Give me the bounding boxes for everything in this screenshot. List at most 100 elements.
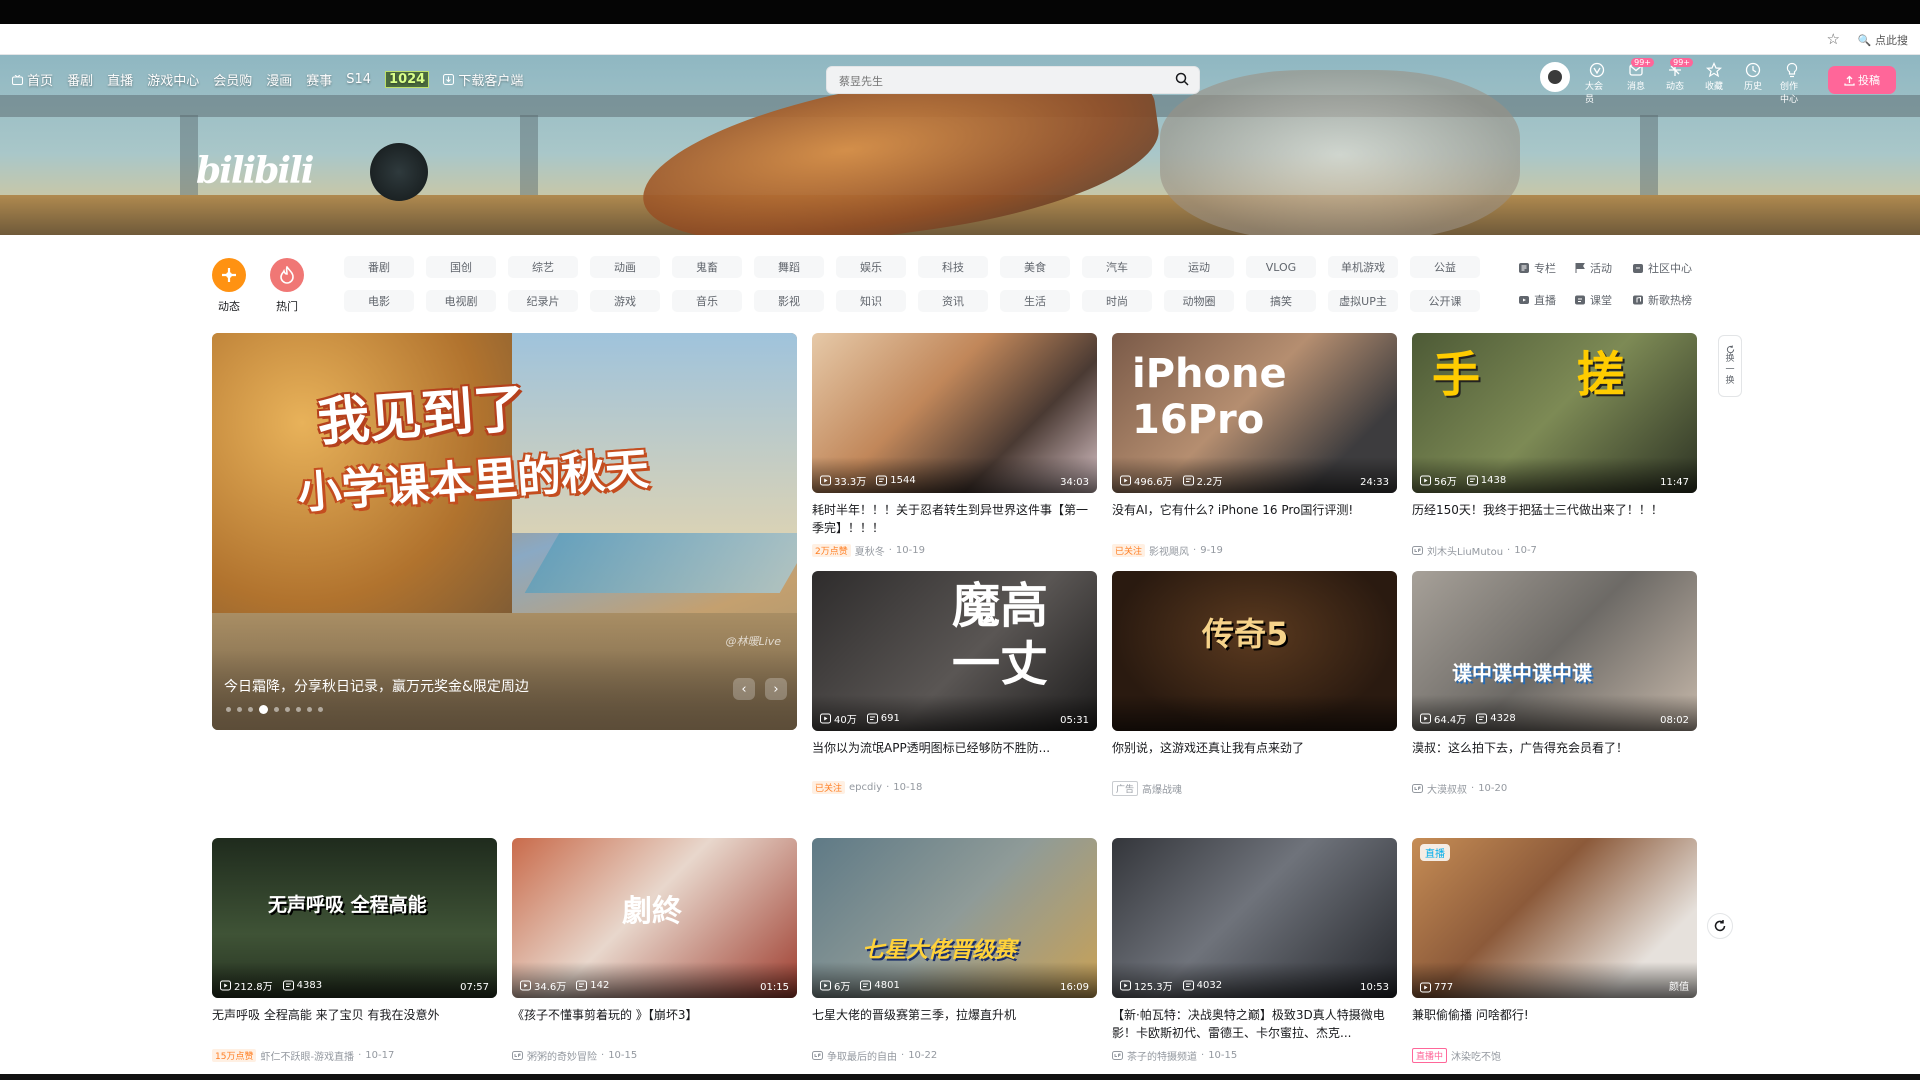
nav-home[interactable]: 首页 [12, 70, 53, 89]
video-card[interactable]: iPhone 16Pro 496.6万 2.2万 24:33 没有AI，它有什么? iP… [1112, 333, 1397, 558]
category-button[interactable]: 动物圈 [1164, 290, 1234, 312]
video-title[interactable]: 【新·帕瓦特：决战奥特之巅】极致3D真人特摄微电影！卡欧斯初代、雷德王、卡尔蜜拉… [1112, 1006, 1397, 1042]
video-thumbnail[interactable]: 谍中谍中谍中谍 64.4万 4328 08:02 [1412, 571, 1697, 731]
browser-search[interactable]: 🔍 点此搜 [1858, 32, 1908, 48]
carousel-dot[interactable] [237, 707, 242, 712]
category-button[interactable]: 运动 [1164, 256, 1234, 278]
category-button[interactable]: 虚拟UP主 [1328, 290, 1398, 312]
video-title[interactable]: 七星大佬的晋级赛第三季，拉爆直升机 [812, 1006, 1097, 1042]
nav-game-center[interactable]: 游戏中心 [147, 70, 199, 89]
uploader-name[interactable]: 影视飓风 [1149, 543, 1189, 558]
category-button[interactable]: 娱乐 [836, 256, 906, 278]
carousel-dot[interactable] [285, 707, 290, 712]
uploader-name[interactable]: 高爆战魂 [1142, 781, 1182, 796]
video-thumbnail[interactable]: 传奇5 [1112, 571, 1397, 731]
side-link-song-chart[interactable]: 新歌热榜 [1632, 292, 1714, 308]
carousel-dot[interactable] [248, 707, 253, 712]
category-button[interactable]: 综艺 [508, 256, 578, 278]
nav-1024[interactable]: 1024 [385, 71, 430, 88]
category-button[interactable]: 番剧 [344, 256, 414, 278]
uploader-name[interactable]: 虾仁不跃眼-游戏直播 [260, 1048, 354, 1063]
video-thumbnail[interactable]: 七星大佬晋级赛 6万 4801 16:09 [812, 838, 1097, 998]
carousel-dot[interactable] [226, 707, 231, 712]
upload-button[interactable]: 投稿 [1828, 66, 1896, 94]
video-title[interactable]: 兼职偷偷播 问啥都行! [1412, 1006, 1697, 1042]
bilibili-logo[interactable]: bilibili [196, 150, 314, 192]
carousel-dot[interactable] [318, 707, 323, 712]
side-link-activity[interactable]: 活动 [1574, 260, 1632, 276]
video-title[interactable]: 漠叔：这么拍下去，广告得充会员看了！ [1412, 739, 1697, 775]
category-button[interactable]: 动画 [590, 256, 660, 278]
nav-vip[interactable]: 大会员 [1585, 62, 1609, 105]
video-thumbnail[interactable]: 魔高一丈 40万 691 05:31 [812, 571, 1097, 731]
side-link-classroom[interactable]: 课堂 [1574, 292, 1632, 308]
uploader-name[interactable]: 大漠叔叔 [1427, 781, 1467, 796]
uploader-name[interactable]: 茶子的特摄频道 [1127, 1048, 1197, 1063]
uploader-name[interactable]: epcdiy [849, 782, 882, 793]
video-card[interactable]: 传奇5 你别说，这游戏还真让我有点来劲了 广告 高爆战魂 [1112, 571, 1397, 796]
carousel-dot[interactable] [307, 707, 312, 712]
carousel-next-button[interactable]: › [765, 678, 787, 700]
category-button[interactable]: 电视剧 [426, 290, 496, 312]
video-thumbnail[interactable]: 无声呼吸 全程高能 212.8万 4383 07:57 [212, 838, 497, 998]
category-button[interactable]: 音乐 [672, 290, 742, 312]
carousel-dot[interactable] [274, 707, 279, 712]
video-card[interactable]: 33.3万 1544 34:03 耗时半年！！！关于忍者转生到异世界这件事【第一季完】… [812, 333, 1097, 558]
dynamic-channel-button[interactable] [212, 258, 246, 292]
category-button[interactable]: 游戏 [590, 290, 660, 312]
uploader-name[interactable]: 粥粥的奇妙冒险 [527, 1048, 597, 1063]
nav-message[interactable]: 消息 99+ [1624, 58, 1654, 92]
carousel-prev-button[interactable]: ‹ [733, 678, 755, 700]
nav-download-client[interactable]: 下载客户端 [443, 70, 523, 89]
video-thumbnail[interactable]: 直播 777 颜值 [1412, 838, 1697, 998]
carousel-dot-active[interactable] [259, 705, 268, 714]
nav-manga[interactable]: 漫画 [266, 70, 292, 89]
category-button[interactable]: 鬼畜 [672, 256, 742, 278]
category-button[interactable]: 影视 [754, 290, 824, 312]
category-button[interactable]: 科技 [918, 256, 988, 278]
nav-dynamic[interactable]: 动态 99+ [1663, 58, 1693, 92]
video-thumbnail[interactable]: 劇終 34.6万 142 01:15 [512, 838, 797, 998]
category-button[interactable]: 生活 [1000, 290, 1070, 312]
refresh-feed-button[interactable]: 换 一 换 [1718, 335, 1742, 397]
featured-carousel[interactable]: 我见到了 小学课本里的秋天 @林暖Live 今日霜降，分享秋日记录，赢万元奖金&… [212, 333, 797, 730]
category-button[interactable]: 电影 [344, 290, 414, 312]
carousel-caption[interactable]: 今日霜降，分享秋日记录，赢万元奖金&限定周边 [224, 676, 529, 696]
uploader-name[interactable]: 沐染吃不饱 [1451, 1048, 1501, 1063]
uploader-name[interactable]: 夏秋冬 [855, 543, 885, 558]
hot-channel-button[interactable] [270, 258, 304, 292]
category-button[interactable]: 国创 [426, 256, 496, 278]
nav-s14[interactable]: S14 [346, 72, 371, 87]
nav-creator-center[interactable]: 创作中心 [1780, 62, 1804, 105]
video-thumbnail[interactable]: 33.3万 1544 34:03 [812, 333, 1097, 493]
video-thumbnail[interactable]: 手 搓 56万 1438 11:47 [1412, 333, 1697, 493]
category-button[interactable]: 美食 [1000, 256, 1070, 278]
avatar[interactable] [1540, 62, 1570, 92]
category-button[interactable]: 时尚 [1082, 290, 1152, 312]
nav-live[interactable]: 直播 [107, 70, 133, 89]
category-button[interactable]: 汽车 [1082, 256, 1152, 278]
round-refresh-button[interactable] [1707, 913, 1733, 939]
side-link-column[interactable]: 专栏 [1518, 260, 1574, 276]
video-title[interactable]: 当你以为流氓APP透明图标已经够防不胜防... [812, 739, 1097, 775]
nav-favorites[interactable]: 收藏 [1702, 62, 1726, 92]
video-title[interactable]: 《孩子不懂事剪着玩的 》【崩坏3】 [512, 1006, 797, 1042]
video-thumbnail[interactable]: 125.3万 4032 10:53 [1112, 838, 1397, 998]
side-link-community[interactable]: 社区中心 [1632, 260, 1714, 276]
video-card[interactable]: 直播 777 颜值 兼职偷偷播 问啥都行! 直播中 沐染吃不饱 [1412, 838, 1697, 1063]
video-card[interactable]: 魔高一丈 40万 691 05:31 当你以为流氓APP透明图标已经够防不胜防... 已关… [812, 571, 1097, 794]
video-thumbnail[interactable]: iPhone 16Pro 496.6万 2.2万 24:33 [1112, 333, 1397, 493]
video-card[interactable]: 劇終 34.6万 142 01:15 《孩子不懂事剪着玩的 》【崩坏3】 粥粥的奇妙冒险 ·… [512, 838, 797, 1063]
video-title[interactable]: 没有AI，它有什么? iPhone 16 Pro国行评测! [1112, 501, 1397, 537]
carousel-dot[interactable] [296, 707, 301, 712]
category-button[interactable]: 资讯 [918, 290, 988, 312]
category-button[interactable]: 纪录片 [508, 290, 578, 312]
uploader-name[interactable]: 争取最后的自由 [827, 1048, 897, 1063]
category-button[interactable]: 知识 [836, 290, 906, 312]
side-link-live[interactable]: 直播 [1518, 292, 1574, 308]
category-button[interactable]: VLOG [1246, 256, 1316, 278]
video-title[interactable]: 你别说，这游戏还真让我有点来劲了 [1112, 739, 1397, 775]
video-card[interactable]: 七星大佬晋级赛 6万 4801 16:09 七星大佬的晋级赛第三季，拉爆直升机争取最后的… [812, 838, 1097, 1063]
video-card[interactable]: 无声呼吸 全程高能 212.8万 4383 07:57 无声呼吸 全程高能 来了宝贝 有… [212, 838, 497, 1063]
video-title[interactable]: 无声呼吸 全程高能 来了宝贝 有我在没意外 [212, 1006, 497, 1042]
